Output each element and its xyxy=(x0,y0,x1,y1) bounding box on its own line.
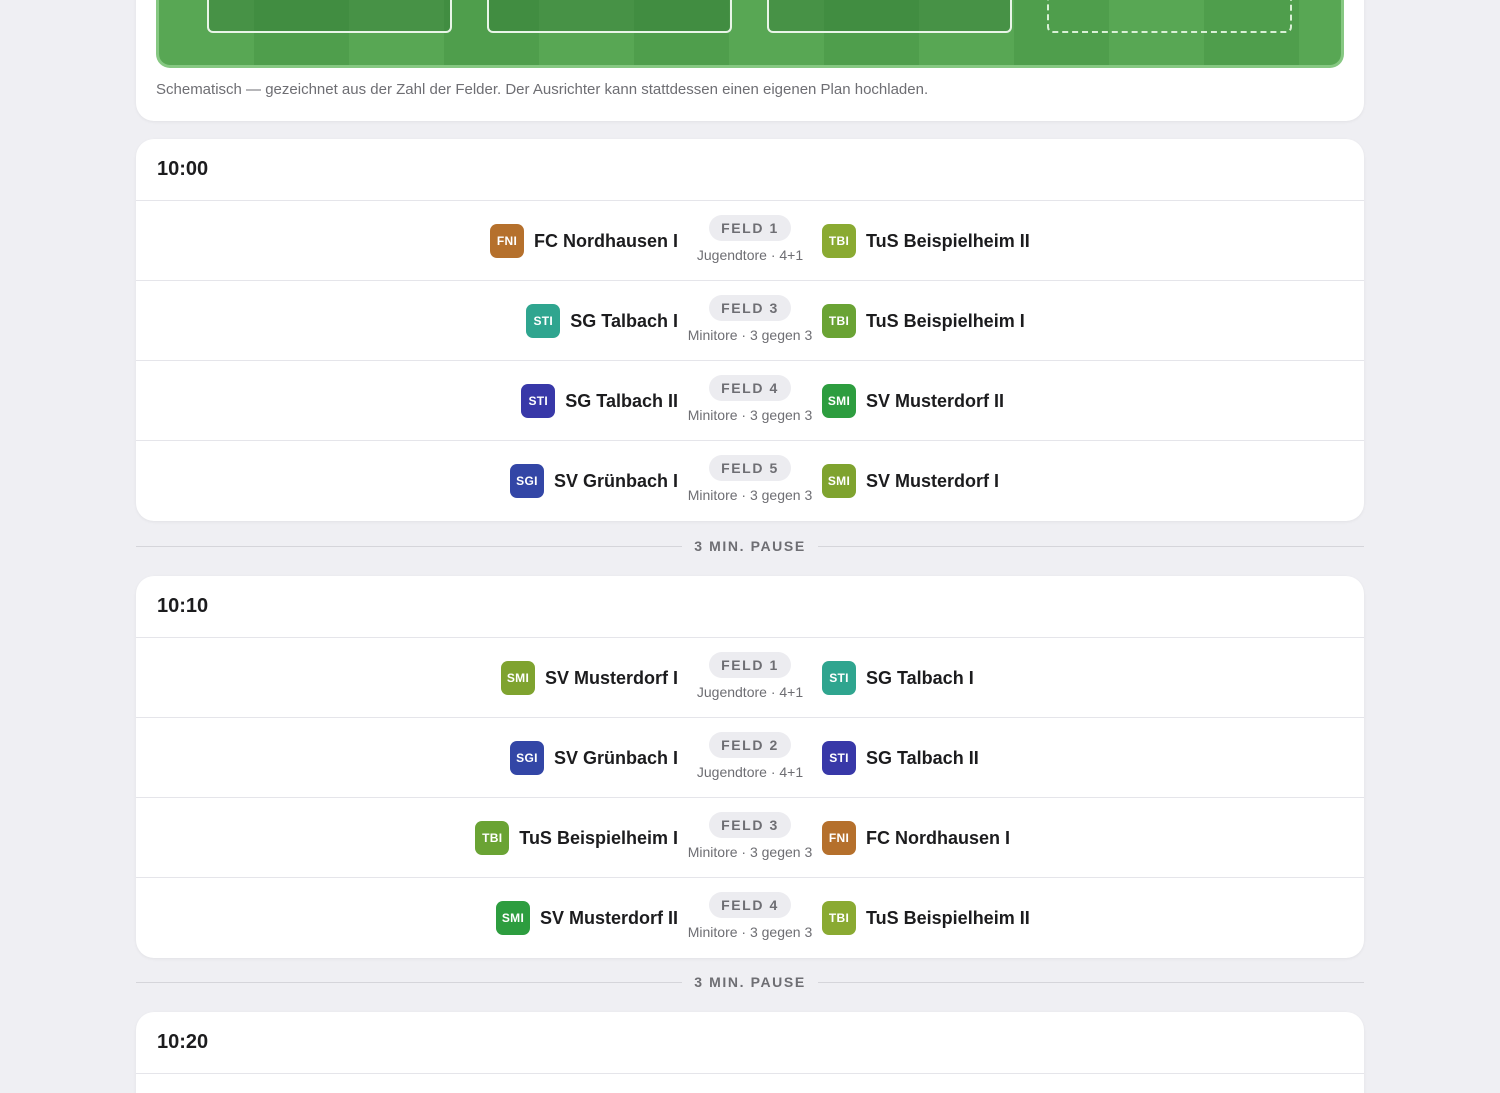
field-pill: FELD 4 xyxy=(709,892,791,918)
field-format: Jugendtore · 4+1 xyxy=(696,764,804,780)
field-format: Jugendtore · 4+1 xyxy=(696,247,804,263)
match-field-info: FELD 4 Minitore · 3 gegen 3 xyxy=(650,375,850,423)
field-format: Jugendtore · 4+1 xyxy=(696,684,804,700)
team-badge: TBI xyxy=(475,821,510,855)
home-team: TBI TuS Beispielheim I xyxy=(475,798,678,878)
field-format: Minitore · 3 gegen 3 xyxy=(687,844,813,860)
pause-label: 3 MIN. PAUSE xyxy=(694,974,806,990)
pitch-field-3 xyxy=(767,0,1012,33)
team-badge: SMI xyxy=(500,661,535,695)
team-badge: TBI xyxy=(822,304,856,338)
field-pill: FELD 1 xyxy=(709,215,791,241)
match-field-info: FELD 1 Jugendtore · 4+1 xyxy=(650,215,850,263)
round-card: 10:10 SMI SV Musterdorf I FELD 1 Jugendt… xyxy=(136,576,1364,958)
pause-label: 3 MIN. PAUSE xyxy=(694,538,806,554)
pause-divider: 3 MIN. PAUSE xyxy=(136,536,1365,556)
away-team: STI SG Talbach II xyxy=(822,718,979,798)
round-time: 10:20 xyxy=(136,1012,1364,1074)
team-badge: TBI xyxy=(822,224,856,258)
field-pill: FELD 3 xyxy=(709,295,791,321)
match-row[interactable]: STI SG Talbach II FELD 4 Minitore · 3 ge… xyxy=(136,361,1364,441)
team-badge: FNI xyxy=(822,821,856,855)
match-row[interactable]: SMI SV Musterdorf I FELD 1 Jugendtore · … xyxy=(136,638,1364,718)
match-field-info: FELD 5 Minitore · 3 gegen 3 xyxy=(650,455,850,503)
pause-divider: 3 MIN. PAUSE xyxy=(136,972,1365,992)
away-team: SMI SV Musterdorf I xyxy=(822,441,999,521)
match-field-info: FELD 2 Jugendtore · 4+1 xyxy=(650,732,850,780)
team-name: FC Nordhausen I xyxy=(866,827,1011,848)
away-team: STI SG Talbach I xyxy=(822,638,974,718)
team-badge: SGI xyxy=(509,464,544,498)
pitch-field-1 xyxy=(207,0,452,33)
away-team: FNI FC Nordhausen I xyxy=(822,798,1010,878)
pitch-field-2 xyxy=(487,0,732,33)
match-field-info: FELD 4 Minitore · 3 gegen 3 xyxy=(650,892,850,940)
field-pill: FELD 5 xyxy=(709,455,791,481)
team-name: SV Musterdorf II xyxy=(866,390,1005,411)
pitch-field-placeholder xyxy=(1047,0,1292,33)
round-time: 10:10 xyxy=(136,576,1364,638)
match-row[interactable]: FNI FC Nordhausen I FELD 1 Jugendtore · … xyxy=(136,201,1364,281)
team-badge: STI xyxy=(526,304,561,338)
round-card: 10:00 FNI FC Nordhausen I FELD 1 Jugendt… xyxy=(136,139,1364,521)
team-name: SV Musterdorf I xyxy=(866,470,1000,491)
team-badge: TBI xyxy=(822,901,856,935)
match-row[interactable]: SGI SV Grünbach I FELD 5 Minitore · 3 ge… xyxy=(136,441,1364,521)
field-format: Minitore · 3 gegen 3 xyxy=(687,487,813,503)
field-pill: FELD 3 xyxy=(709,812,791,838)
field-format: Minitore · 3 gegen 3 xyxy=(687,407,813,423)
team-badge: STI xyxy=(521,384,556,418)
match-row[interactable]: STI SG Talbach I FELD 3 Minitore · 3 geg… xyxy=(136,281,1364,361)
team-badge: STI xyxy=(822,741,856,775)
team-badge: FNI xyxy=(489,224,524,258)
match-field-info: FELD 3 Minitore · 3 gegen 3 xyxy=(650,812,850,860)
team-name: SG Talbach I xyxy=(866,667,974,688)
divider-line xyxy=(817,981,1365,983)
team-badge: SMI xyxy=(822,384,856,418)
away-team: TBI TuS Beispielheim I xyxy=(822,281,1025,361)
match-row[interactable]: SMI SV Musterdorf II FELD 4 Minitore · 3… xyxy=(136,878,1364,958)
team-name: TuS Beispielheim II xyxy=(866,907,1030,928)
field-plan-pitch xyxy=(156,0,1344,68)
match-field-info: FELD 1 Jugendtore · 4+1 xyxy=(650,652,850,700)
field-format: Minitore · 3 gegen 3 xyxy=(687,327,813,343)
team-badge: SGI xyxy=(509,741,544,775)
divider-line xyxy=(136,981,683,983)
round-time: 10:00 xyxy=(136,139,1364,201)
divider-line xyxy=(817,545,1365,547)
team-badge: STI xyxy=(822,661,856,695)
team-name: SG Talbach II xyxy=(866,747,979,768)
match-row[interactable]: TBI TuS Beispielheim I FELD 3 Minitore ·… xyxy=(136,798,1364,878)
field-pill: FELD 1 xyxy=(709,652,791,678)
team-badge: SMI xyxy=(495,901,530,935)
away-team: TBI TuS Beispielheim II xyxy=(822,201,1030,281)
away-team: SMI SV Musterdorf II xyxy=(822,361,1004,441)
field-format: Minitore · 3 gegen 3 xyxy=(687,924,813,940)
match-row[interactable]: SGI SV Grünbach I FELD 2 Jugendtore · 4+… xyxy=(136,718,1364,798)
match-field-info: FELD 3 Minitore · 3 gegen 3 xyxy=(650,295,850,343)
team-badge: SMI xyxy=(822,464,856,498)
divider-line xyxy=(136,545,683,547)
round-card: 10:20 xyxy=(136,1012,1364,1093)
away-team: TBI TuS Beispielheim II xyxy=(822,878,1030,958)
field-pill: FELD 4 xyxy=(709,375,791,401)
team-name: TuS Beispielheim I xyxy=(866,310,1025,331)
field-plan-card: Schematisch — gezeichnet aus der Zahl de… xyxy=(136,0,1364,121)
field-plan-caption: Schematisch — gezeichnet aus der Zahl de… xyxy=(156,81,929,98)
team-name: TuS Beispielheim II xyxy=(866,230,1030,251)
field-pill: FELD 2 xyxy=(709,732,791,758)
